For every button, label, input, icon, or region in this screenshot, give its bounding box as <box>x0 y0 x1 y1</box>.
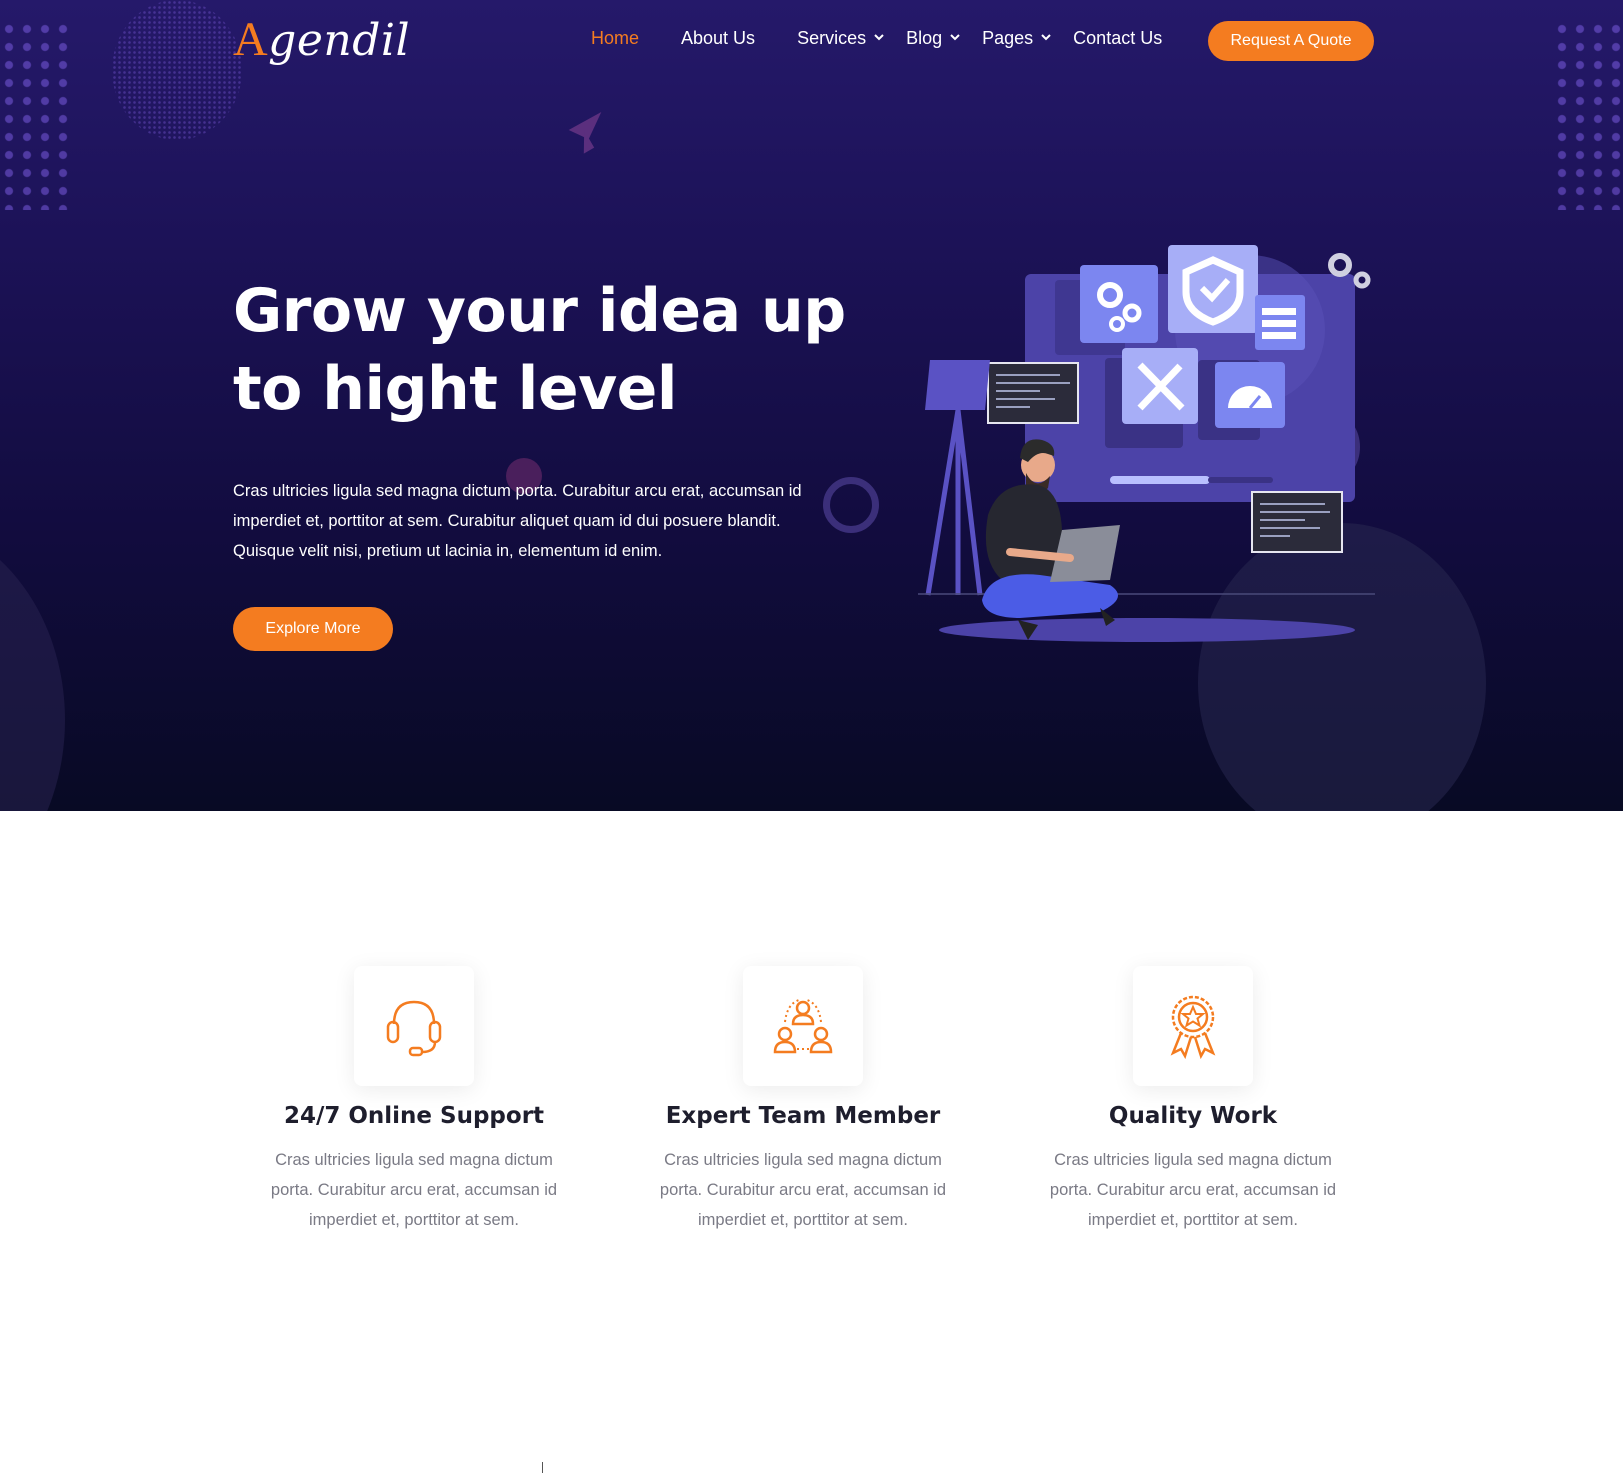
request-quote-button[interactable]: Request A Quote <box>1208 21 1374 61</box>
features-section: 24/7 Online Support Cras ultricies ligul… <box>0 811 1623 1473</box>
decorative-circle <box>0 520 65 811</box>
main-navigation: Home About Us Services Blog Pages Contac… <box>591 28 1204 49</box>
chevron-down-icon <box>874 33 884 44</box>
team-icon <box>773 999 833 1054</box>
chevron-down-icon <box>1041 33 1051 44</box>
nav-pages[interactable]: Pages <box>982 28 1051 49</box>
code-window <box>1251 491 1343 553</box>
hero-title-line1: Grow your idea up <box>233 276 846 346</box>
nav-services-label: Services <box>797 28 867 48</box>
decorative-dots <box>1553 20 1623 210</box>
decorative-dots <box>0 20 70 210</box>
divider <box>542 1462 543 1473</box>
explore-more-button[interactable]: Explore More <box>233 607 393 651</box>
feature-icon-box <box>743 966 863 1086</box>
hero-title-line2: to hight level <box>233 354 677 424</box>
nav-home[interactable]: Home <box>591 28 639 49</box>
hero-illustration <box>918 245 1375 642</box>
code-window <box>987 362 1079 424</box>
feature-card: Expert Team Member Cras ultricies ligula… <box>638 966 968 1235</box>
feature-card: Quality Work Cras ultricies ligula sed m… <box>1028 966 1358 1235</box>
nav-contact-label: Contact Us <box>1073 28 1163 48</box>
nav-contact-us[interactable]: Contact Us <box>1073 28 1162 49</box>
hero-section: Agendil Home About Us Services Blog Page… <box>0 0 1623 811</box>
headset-icon <box>386 1000 442 1057</box>
decorative-ring <box>823 477 879 533</box>
nav-home-label: Home <box>591 28 640 48</box>
feature-text: Cras ultricies ligula sed magna dictum p… <box>270 1151 558 1229</box>
decorative-dotted-circle <box>112 0 242 140</box>
lamp <box>925 360 990 410</box>
hero-description: Cras ultricies ligula sed magna dictum p… <box>233 482 802 560</box>
feature-title: 24/7 Online Support <box>283 1103 545 1129</box>
hero-title: Grow your idea up to hight level <box>233 272 873 428</box>
logo-first-letter: A <box>233 13 269 66</box>
nav-blog[interactable]: Blog <box>906 28 960 49</box>
award-icon <box>1170 995 1216 1059</box>
feature-text: Cras ultricies ligula sed magna dictum p… <box>659 1151 947 1229</box>
nav-pages-label: Pages <box>982 28 1034 48</box>
nav-about-label: About Us <box>681 28 756 48</box>
feature-text: Cras ultricies ligula sed magna dictum p… <box>1049 1151 1337 1229</box>
nav-services[interactable]: Services <box>797 28 884 49</box>
nav-blog-label: Blog <box>906 28 943 48</box>
feature-title: Expert Team Member <box>665 1103 941 1129</box>
feature-icon-box <box>354 966 474 1086</box>
chevron-down-icon <box>950 33 960 44</box>
feature-icon-box <box>1133 966 1253 1086</box>
nav-about-us[interactable]: About Us <box>681 28 755 49</box>
feature-card: 24/7 Online Support Cras ultricies ligul… <box>249 966 579 1235</box>
feature-title: Quality Work <box>1108 1103 1278 1129</box>
logo-text: gendil <box>268 15 411 66</box>
site-logo[interactable]: Agendil <box>233 12 410 67</box>
